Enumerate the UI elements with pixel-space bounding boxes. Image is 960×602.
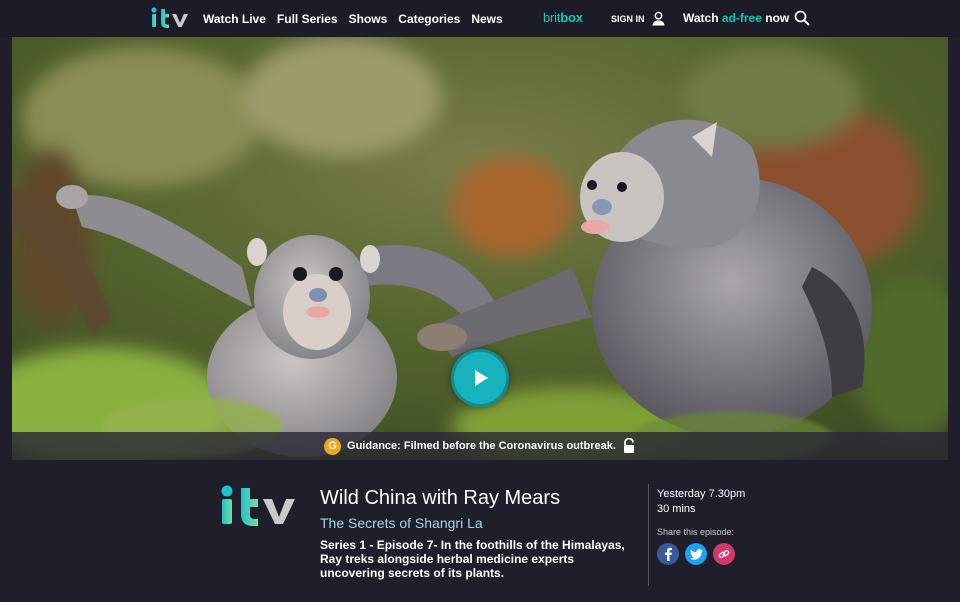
watch-ad-free-link[interactable]: Watch ad-free now [683, 11, 789, 25]
main-nav: Watch Live Full Series Shows Categories … [203, 0, 503, 37]
nav-categories[interactable]: Categories [398, 12, 460, 26]
link-icon [718, 549, 730, 559]
play-button[interactable] [451, 349, 509, 407]
adfree-pre: Watch [683, 11, 722, 25]
itv-logo[interactable] [150, 6, 192, 30]
britbox-text-a: brit [543, 10, 561, 25]
lock-icon[interactable] [622, 438, 636, 454]
nav-watch-live[interactable]: Watch Live [203, 12, 266, 26]
play-icon [475, 370, 488, 386]
adfree-accent: ad-free [721, 11, 762, 25]
itv-logo-large [221, 485, 295, 526]
guidance-badge: G [324, 437, 342, 455]
twitter-share-button[interactable] [685, 543, 707, 565]
air-info: Yesterday 7.30pm 30 mins [657, 487, 745, 517]
guidance-bar: G Guidance: Filmed before the Coronaviru… [12, 432, 948, 460]
nav-news[interactable]: News [471, 12, 502, 26]
episode-description: Series 1 - Episode 7- In the foothills o… [320, 538, 625, 580]
episode-info: Wild China with Ray Mears The Secrets of… [0, 460, 960, 602]
twitter-icon [689, 548, 703, 560]
copy-link-share-button[interactable] [713, 543, 735, 565]
britbox-link[interactable]: britbox [543, 10, 583, 25]
nav-full-series[interactable]: Full Series [277, 12, 338, 26]
user-icon [651, 11, 665, 26]
share-label: Share this episode: [657, 527, 735, 537]
duration: 30 mins [657, 503, 696, 515]
share-icons [657, 543, 735, 565]
top-nav: Watch Live Full Series Shows Categories … [0, 0, 960, 37]
episode-title: Wild China with Ray Mears [320, 487, 561, 509]
nav-shows[interactable]: Shows [349, 12, 388, 26]
adfree-post: now [761, 11, 790, 25]
guidance-text: Guidance: Filmed before the Coronavirus … [347, 440, 616, 452]
facebook-share-button[interactable] [657, 543, 679, 565]
sign-in-label: SIGN IN [611, 13, 645, 24]
sign-in-button[interactable]: SIGN IN [611, 0, 666, 37]
facebook-icon [665, 547, 672, 561]
divider [648, 484, 649, 586]
search-icon[interactable] [794, 10, 810, 26]
air-time: Yesterday 7.30pm [657, 488, 746, 500]
britbox-text-b: box [560, 10, 583, 25]
episode-subtitle: The Secrets of Shangri La [320, 515, 483, 531]
